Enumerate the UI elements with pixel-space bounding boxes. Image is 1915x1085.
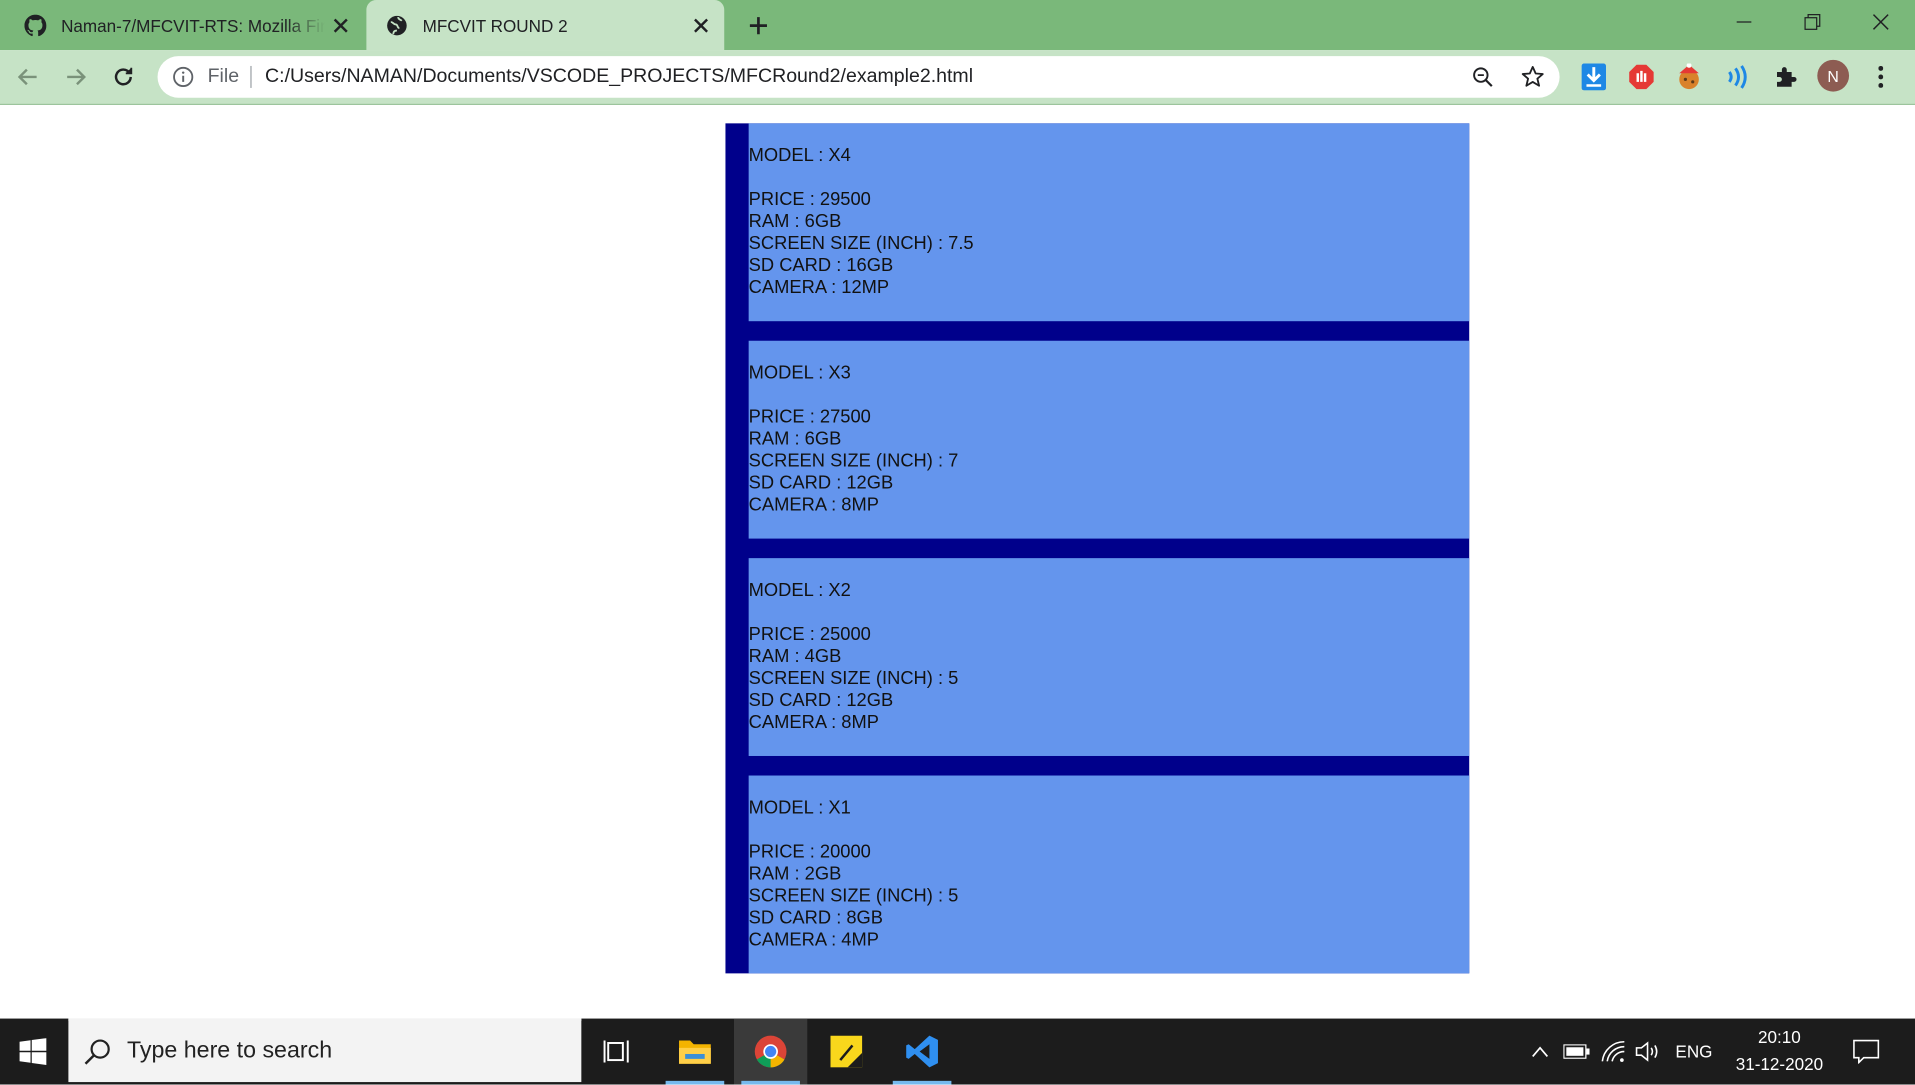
clock-time: 20:10: [1758, 1027, 1801, 1047]
phone-card: MODEL : X4 PRICE : 29500 RAM : 6GB SCREE…: [748, 123, 1470, 322]
phone-sd-card: SD CARD : 12GB: [748, 472, 894, 494]
task-view-button[interactable]: [581, 1019, 654, 1085]
phone-card: MODEL : X2 PRICE : 25000 RAM : 4GB SCREE…: [748, 558, 1470, 756]
restore-window-button[interactable]: [1778, 0, 1846, 44]
task-view-icon: [603, 1040, 629, 1063]
notification-icon: [1853, 1039, 1880, 1064]
phone-model: MODEL : X4: [748, 145, 851, 167]
tab-github[interactable]: Naman-7/MFCVIT-RTS: Mozilla Firefox: [0, 0, 364, 50]
phone-sd-card: SD CARD : 12GB: [748, 690, 894, 711]
bookmark-star-icon[interactable]: [1521, 65, 1545, 89]
taskbar-search-box[interactable]: Type here to search: [68, 1018, 582, 1083]
phone-list: MODEL : X4 PRICE : 29500 RAM : 6GB SCREE…: [725, 123, 1470, 974]
phone-camera: CAMERA : 12MP: [748, 277, 890, 298]
phone-price: PRICE : 27500: [748, 406, 871, 428]
taskbar-sticky-notes[interactable]: [810, 1019, 883, 1085]
action-center-button[interactable]: [1844, 1019, 1888, 1085]
extensions-puzzle-icon[interactable]: [1771, 62, 1800, 91]
close-tab-icon[interactable]: [685, 9, 717, 41]
close-window-button[interactable]: [1847, 0, 1915, 44]
phone-camera: CAMERA : 8MP: [748, 712, 879, 733]
tab-title: MFCVIT ROUND 2: [422, 15, 568, 35]
forward-button[interactable]: [57, 59, 94, 96]
file-explorer-icon: [679, 1040, 711, 1064]
system-clock[interactable]: 20:10 31-12-2020: [1724, 1023, 1834, 1077]
phone-sd-card: SD CARD : 8GB: [748, 907, 884, 929]
more-menu-icon[interactable]: [1869, 62, 1893, 91]
show-hidden-icons-button[interactable]: [1527, 1019, 1554, 1085]
phone-card: MODEL : X1 PRICE : 20000 RAM : 2GB SCREE…: [748, 775, 1470, 974]
profile-avatar[interactable]: N: [1817, 59, 1850, 92]
adblock-extension-icon[interactable]: [1627, 62, 1656, 91]
volume-icon[interactable]: [1634, 1019, 1663, 1085]
phone-screen-size: SCREEN SIZE (INCH) : 7.5: [748, 233, 974, 255]
phone-price: PRICE : 25000: [748, 624, 871, 645]
wifi-icon[interactable]: [1599, 1019, 1628, 1085]
cookie-extension-icon[interactable]: [1674, 62, 1703, 91]
tab-strip: Naman-7/MFCVIT-RTS: Mozilla Firefox MFCV…: [0, 0, 1915, 51]
scheme-label: File: [207, 65, 240, 87]
site-info-icon[interactable]: [172, 66, 194, 88]
phone-sd-card: SD CARD : 16GB: [748, 255, 894, 277]
taskbar-file-explorer[interactable]: [658, 1019, 731, 1085]
read-aloud-extension-icon[interactable]: [1722, 62, 1751, 91]
phone-card: MODEL : X3 PRICE : 27500 RAM : 6GB SCREE…: [748, 340, 1470, 539]
sticky-notes-icon: [830, 1035, 863, 1068]
battery-icon[interactable]: [1562, 1019, 1591, 1085]
taskbar-vscode[interactable]: [885, 1019, 958, 1085]
github-icon: [24, 14, 47, 36]
zoom-icon[interactable]: [1472, 66, 1494, 88]
chrome-icon: [754, 1035, 787, 1068]
search-icon: [83, 1037, 112, 1066]
phone-model: MODEL : X1: [748, 797, 851, 819]
phone-camera: CAMERA : 4MP: [748, 929, 879, 951]
windows-logo-icon: [19, 1038, 47, 1065]
globe-icon: [386, 14, 408, 36]
phone-price: PRICE : 29500: [748, 189, 871, 211]
clock-date: 31-12-2020: [1735, 1053, 1824, 1074]
start-button[interactable]: [0, 1019, 66, 1085]
search-placeholder: Type here to search: [127, 1038, 333, 1064]
vscode-icon: [906, 1035, 938, 1068]
back-button[interactable]: [10, 59, 47, 96]
url-text[interactable]: C:/Users/NAMAN/Documents/VSCODE_PROJECTS…: [265, 66, 973, 88]
phone-screen-size: SCREEN SIZE (INCH) : 5: [748, 885, 959, 907]
minimize-window-button[interactable]: [1710, 0, 1778, 44]
phone-ram: RAM : 6GB: [748, 428, 842, 450]
chevron-up-icon: [1532, 1046, 1549, 1057]
new-tab-button[interactable]: [740, 7, 777, 44]
omnibox-divider: [250, 65, 252, 88]
phone-model: MODEL : X3: [748, 362, 851, 384]
phone-screen-size: SCREEN SIZE (INCH) : 5: [748, 668, 959, 689]
phone-ram: RAM : 2GB: [748, 863, 842, 885]
phone-camera: CAMERA : 8MP: [748, 494, 879, 516]
phone-screen-size: SCREEN SIZE (INCH) : 7: [748, 450, 959, 472]
taskbar-chrome[interactable]: [734, 1018, 808, 1085]
tab-title: Naman-7/MFCVIT-RTS: Mozilla Firefox: [61, 15, 325, 35]
windows-taskbar: Type here to search ENG 20:10 31-12-2020: [0, 1018, 1915, 1085]
reload-button[interactable]: [105, 59, 142, 96]
phone-ram: RAM : 6GB: [748, 211, 842, 233]
browser-toolbar: File C:/Users/NAMAN/Documents/VSCODE_PRO…: [0, 50, 1915, 106]
phone-ram: RAM : 4GB: [748, 646, 842, 667]
input-language[interactable]: ENG: [1671, 1019, 1717, 1085]
tab-mfcvit-round-2[interactable]: MFCVIT ROUND 2: [366, 0, 725, 51]
phone-model: MODEL : X2: [748, 580, 851, 601]
address-bar[interactable]: File C:/Users/NAMAN/Documents/VSCODE_PRO…: [157, 56, 1560, 98]
close-tab-icon[interactable]: [325, 9, 357, 41]
phone-price: PRICE : 20000: [748, 841, 871, 863]
download-extension-icon[interactable]: [1579, 62, 1608, 91]
page-viewport: MODEL : X4 PRICE : 29500 RAM : 6GB SCREE…: [0, 105, 1915, 1019]
